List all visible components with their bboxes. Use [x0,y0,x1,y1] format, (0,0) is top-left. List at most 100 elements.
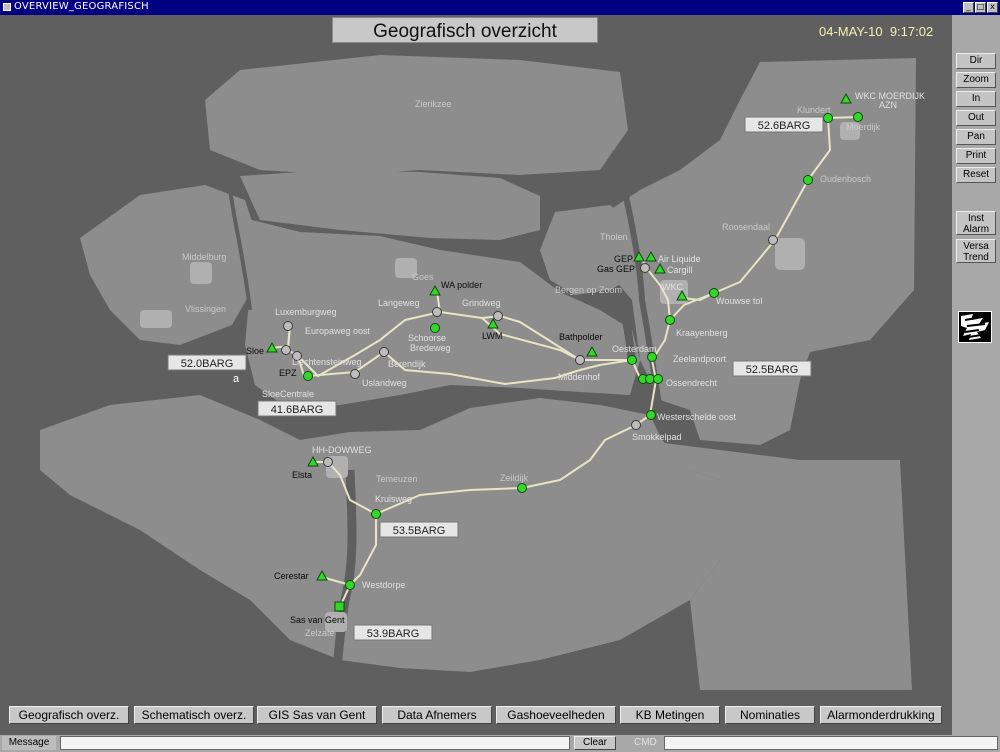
label-ossendrecht: Ossendrecht [666,378,718,388]
label-zierikzee: Zierikzee [415,99,452,109]
node-liechtensteinweg [281,345,291,355]
label-wouwse-tol: Wouwse tol [716,296,762,306]
maximize-button[interactable]: □ [975,2,986,13]
label-klundert: Klundert [797,105,831,115]
clear-button[interactable]: Clear [574,736,616,750]
pressure-moerdijk: 52.6BARG [758,120,811,132]
nav-gis-button[interactable]: GIS Sas van Gent [257,706,377,724]
geographic-map[interactable]: Zierikzee Middelburg Vlissingen Goes Tho… [0,46,952,700]
label-liechtensteinweg: Liechtensteinweg [292,357,362,367]
node-grindweg [493,311,503,321]
close-button[interactable]: x [987,2,998,13]
label-zeildijk: Zeildijk [500,473,529,483]
node-langeweg [432,307,442,317]
label-bredeweg: Bredeweg [410,343,451,353]
cmd-label: CMD [634,737,657,748]
time-display: 9:17:02 [889,24,934,39]
label-smokkelpad: Smokkelpad [632,432,682,442]
pressure-sloe: 52.0BARG [181,358,234,370]
zoom-out-button[interactable]: Out [956,110,996,126]
zoom-button[interactable]: Zoom [956,72,996,88]
node-westerschelde-oost [646,410,656,420]
label-cargill: Cargill [667,265,693,275]
label-berendijk: Berendijk [388,359,426,369]
zoom-in-button[interactable]: In [956,91,996,107]
label-westdorpe: Westdorpe [362,580,405,590]
nav-nominaties-button[interactable]: Nominaties [725,706,815,724]
label-gep: GEP [614,254,633,264]
label-roosendaal: Roosendaal [722,222,770,232]
pressure-sas-van-gent: 53.9BARG [367,628,420,640]
nav-alarmonderdrukking-button[interactable]: Alarmonderdrukking [820,706,942,724]
label-kraayenberg: Kraayenberg [676,328,728,338]
map-view[interactable]: Zierikzee Middelburg Vlissingen Goes Tho… [0,46,952,700]
label-gas-gep: Gas GEP [597,264,635,274]
label-moerdijk: Moerdijk [846,122,881,132]
nav-afnemers-button[interactable]: Data Afnemers [382,706,492,724]
pressure-ossendrecht: 52.5BARG [746,364,799,376]
land-schouwen [205,55,628,175]
label-sas-van-gent: Sas van Gent [290,615,345,625]
urban-vlissingen [140,310,172,328]
marker-a: a [233,373,240,385]
label-schoorse: Schoorse [408,333,446,343]
inst-alarm-button[interactable]: Inst Alarm [956,211,996,235]
label-europaweg-oost: Europaweg oost [305,326,371,336]
label-zeelandpoort: Zeelandpoort [673,354,727,364]
label-wkc-moerdijk-2: AZN [879,100,897,110]
nav-kb-metingen-button[interactable]: KB Metingen [620,706,720,724]
label-epz: EPZ [279,368,297,378]
window-title: OVERVIEW_GEOGRAFISCH [14,1,149,12]
label-langeweg: Langeweg [378,298,420,308]
message-field[interactable] [60,736,570,750]
nav-schematisch-button[interactable]: Schematisch overz. [134,706,254,724]
square-sas-van-gent[interactable] [334,601,345,612]
message-label: Message [2,736,56,750]
right-toolbar: Dir Zoom In Out Pan Print Reset Inst Ala… [952,15,1000,735]
pan-button[interactable]: Pan [956,129,996,145]
label-wa-polder: WA polder [441,280,482,290]
versa-trend-button[interactable]: Versa Trend [956,239,996,263]
node-middenhof [575,355,585,365]
minimize-button[interactable]: _ [963,2,974,13]
window-titlebar: OVERVIEW_GEOGRAFISCH _ □ x [0,0,1000,15]
node-luxemburgweg [283,321,293,331]
label-middenhof: Middenhof [558,372,601,382]
cmd-input[interactable] [664,736,998,750]
pressure-sloecentrale: 41.6BARG [271,404,324,416]
label-cerestar: Cerestar [274,571,309,581]
reset-button[interactable]: Reset [956,167,996,183]
label-elsta: Elsta [292,470,312,480]
node-ossendrecht-3 [653,374,663,384]
status-bar: Message Clear CMD [0,735,1000,752]
page-title: Geografisch overzicht [332,17,598,43]
node-smokkelpad [631,420,641,430]
label-wkc: WKC [662,282,683,292]
label-sloecentrale: SloeCentrale [262,389,314,399]
urban-roosendaal [775,238,805,270]
label-uslandweg: Uslandweg [362,378,407,388]
label-tholen: Tholen [600,232,628,242]
zebra-logo-icon[interactable] [958,311,992,343]
node-schoorse-bredeweg [430,323,440,333]
label-oesterdam: Oesterdam [612,344,657,354]
node-westdorpe [345,580,355,590]
label-air-liquide: Air Liquide [658,254,701,264]
label-westerschelde-oost: Westerschelde oost [657,412,736,422]
datetime-display: 04-MAY-10 9:17:02 [819,24,933,39]
dir-button[interactable]: Dir [956,53,996,69]
node-zeildijk [517,483,527,493]
nav-geografisch-button[interactable]: Geografisch overz. [9,706,129,724]
window-menu-icon[interactable] [3,3,11,11]
node-roosendaal [768,235,778,245]
label-middelburg: Middelburg [182,252,227,262]
label-zelzate: Zelzate [305,628,335,638]
node-sloecentrale [303,371,313,381]
pressure-kruisweg: 53.5BARG [393,525,446,537]
nav-gashoeveelheden-button[interactable]: Gashoeveelheden [496,706,616,724]
print-button[interactable]: Print [956,148,996,164]
label-sloe: Sloe [246,346,264,356]
node-hh-dowweg [323,457,333,467]
node-moerdijk-2 [853,112,863,122]
node-kruisweg [371,509,381,519]
